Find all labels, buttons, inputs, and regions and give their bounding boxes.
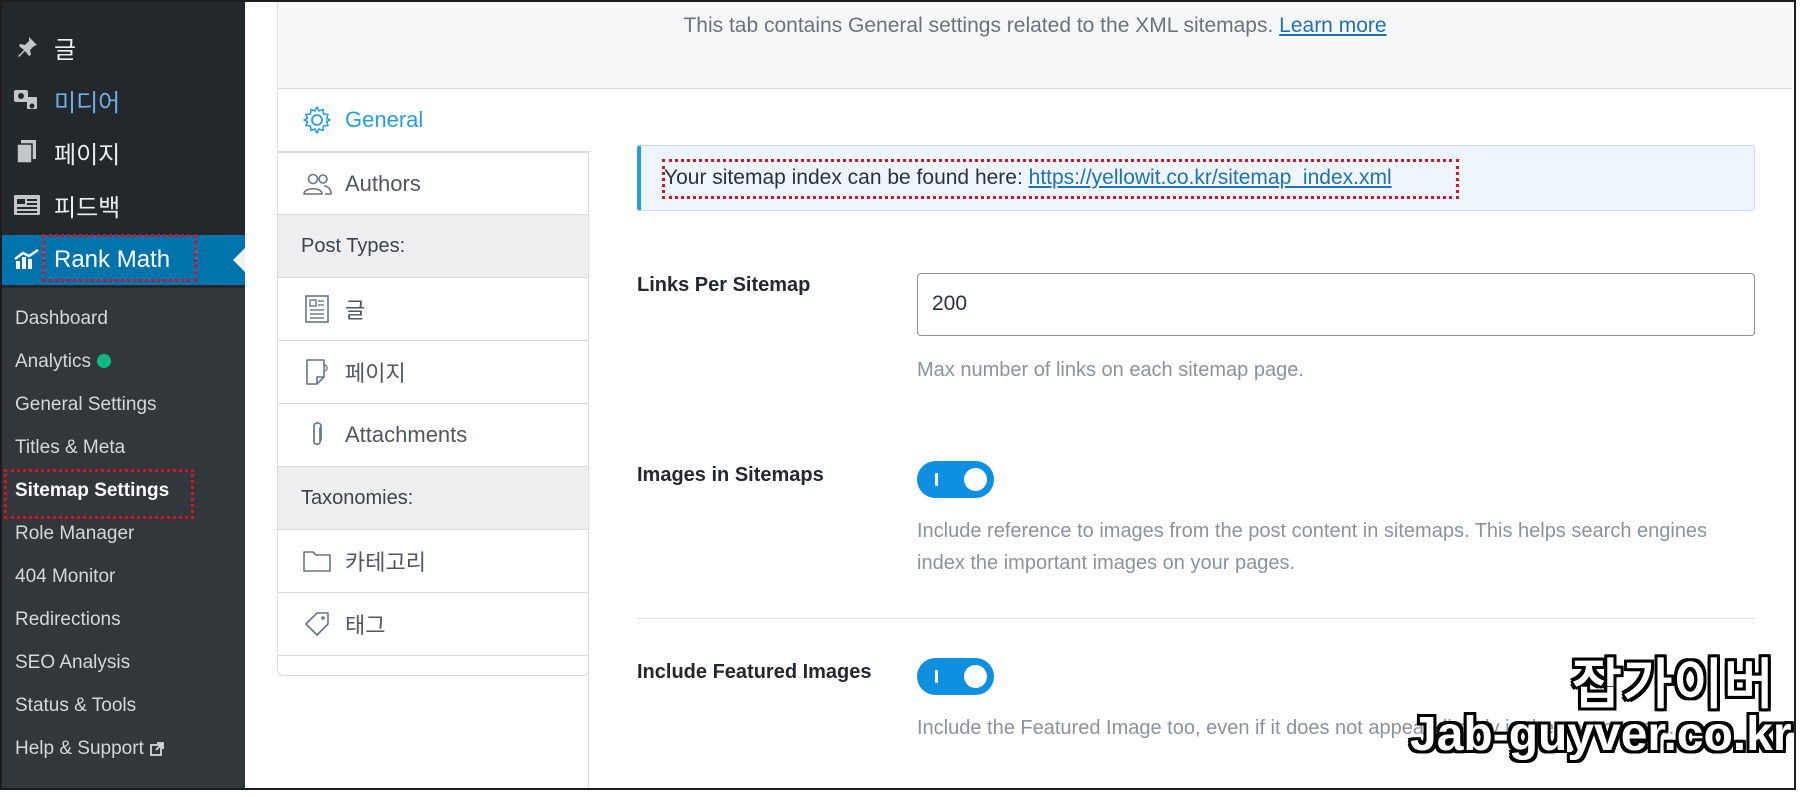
tab-label: 태그 bbox=[345, 613, 386, 638]
tab-pages[interactable]: 페이지 bbox=[277, 341, 589, 404]
include-featured-images-toggle[interactable] bbox=[917, 658, 994, 695]
pages-icon bbox=[12, 138, 42, 166]
media-icon bbox=[12, 86, 42, 114]
submenu-label: Help & Support bbox=[15, 738, 144, 759]
tab-label: 카테고리 bbox=[345, 550, 426, 575]
tag-icon bbox=[301, 609, 333, 639]
feedback-icon bbox=[12, 191, 42, 219]
links-per-sitemap-desc: Max number of links on each sitemap page… bbox=[917, 359, 1304, 381]
users-icon bbox=[301, 169, 333, 199]
highlight-box-rank-math bbox=[42, 234, 197, 282]
images-in-sitemaps-toggle[interactable] bbox=[917, 461, 994, 498]
document-icon bbox=[301, 294, 333, 324]
submenu-404-monitor[interactable]: 404 Monitor bbox=[15, 566, 115, 588]
sidebar-item-feedback[interactable]: 피드백 bbox=[2, 180, 245, 230]
sidebar-item-pages[interactable]: 페이지 bbox=[2, 127, 245, 177]
submenu-titles-meta[interactable]: Titles & Meta bbox=[15, 437, 125, 459]
images-in-sitemaps-desc: Include reference to images from the pos… bbox=[917, 520, 1708, 574]
tab-categories[interactable]: 카테고리 bbox=[277, 530, 589, 593]
folder-icon bbox=[301, 546, 333, 576]
toggle-knob bbox=[964, 665, 987, 688]
tab-tags[interactable]: 태그 bbox=[277, 593, 589, 656]
toggle-on-mark bbox=[935, 473, 938, 486]
screenshot-frame: 글 미디어 페이지 피드백 Rank Math Dashboard Analyt… bbox=[0, 0, 1796, 790]
tab-attachments[interactable]: Attachments bbox=[277, 404, 589, 467]
sidebar-item-label: 글 bbox=[54, 36, 77, 64]
learn-more-link[interactable]: Learn more bbox=[1279, 14, 1386, 37]
watermark-url: Jab-guyver.co.kr bbox=[1410, 708, 1792, 761]
tab-description: This tab contains General settings relat… bbox=[278, 14, 1792, 38]
tab-label: 글 bbox=[345, 298, 366, 323]
taxonomies-header: Taxonomies: bbox=[277, 467, 589, 530]
images-in-sitemaps-label: Images in Sitemaps bbox=[637, 464, 824, 486]
pin-icon bbox=[12, 33, 42, 61]
links-per-sitemap-label: Links Per Sitemap bbox=[637, 274, 811, 296]
links-per-sitemap-input[interactable]: 200 bbox=[917, 273, 1755, 336]
submenu-seo-analysis[interactable]: SEO Analysis bbox=[15, 652, 130, 674]
tab-label: General bbox=[345, 107, 424, 132]
settings-tabs: General Authors Post Types: 글 페이지 Attach… bbox=[277, 89, 591, 788]
sidebar-item-label: 미디어 bbox=[54, 89, 121, 117]
tab-description-text: This tab contains General settings relat… bbox=[683, 14, 1274, 37]
external-link-icon bbox=[149, 740, 164, 762]
highlight-box-sitemap-settings bbox=[4, 469, 194, 519]
section-divider bbox=[637, 618, 1755, 619]
page-icon bbox=[301, 357, 333, 387]
toggle-knob bbox=[964, 468, 987, 491]
status-dot bbox=[97, 354, 112, 368]
submenu-label: Analytics bbox=[15, 351, 92, 372]
submenu-status-tools[interactable]: Status & Tools bbox=[15, 695, 136, 717]
tab-description-header: This tab contains General settings relat… bbox=[277, 2, 1792, 89]
toggle-on-mark bbox=[935, 670, 938, 683]
submenu-general-settings[interactable]: General Settings bbox=[15, 394, 157, 416]
tabs-footer bbox=[277, 656, 589, 676]
active-indicator bbox=[233, 248, 245, 272]
submenu-dashboard[interactable]: Dashboard bbox=[15, 308, 108, 330]
admin-sidebar: 글 미디어 페이지 피드백 Rank Math Dashboard Analyt… bbox=[2, 2, 245, 788]
post-types-header: Post Types: bbox=[277, 215, 589, 278]
gear-icon bbox=[301, 105, 333, 135]
submenu-role-manager[interactable]: Role Manager bbox=[15, 523, 134, 545]
tab-posts[interactable]: 글 bbox=[277, 278, 589, 341]
include-featured-images-label: Include Featured Images bbox=[637, 661, 872, 683]
main-content: This tab contains General settings relat… bbox=[245, 2, 1794, 788]
submenu-analytics[interactable]: Analytics bbox=[15, 351, 112, 373]
highlight-box-sitemap-link bbox=[662, 159, 1459, 199]
submenu-redirections[interactable]: Redirections bbox=[15, 609, 121, 631]
submenu-help-support[interactable]: Help & Support bbox=[15, 738, 164, 762]
sidebar-item-label: 피드백 bbox=[54, 194, 121, 222]
paperclip-icon bbox=[301, 420, 333, 450]
rank-math-submenu: Dashboard Analytics General Settings Tit… bbox=[2, 288, 245, 788]
tab-authors[interactable]: Authors bbox=[277, 152, 589, 215]
tab-general[interactable]: General bbox=[277, 89, 591, 152]
tab-label: Attachments bbox=[345, 422, 468, 447]
tab-label: Authors bbox=[345, 170, 421, 196]
sidebar-item-label: 페이지 bbox=[54, 141, 121, 169]
sidebar-item-posts[interactable]: 글 bbox=[2, 22, 245, 72]
rank-math-icon bbox=[12, 246, 42, 274]
sidebar-item-media[interactable]: 미디어 bbox=[2, 75, 245, 125]
tab-label: 페이지 bbox=[345, 361, 406, 386]
